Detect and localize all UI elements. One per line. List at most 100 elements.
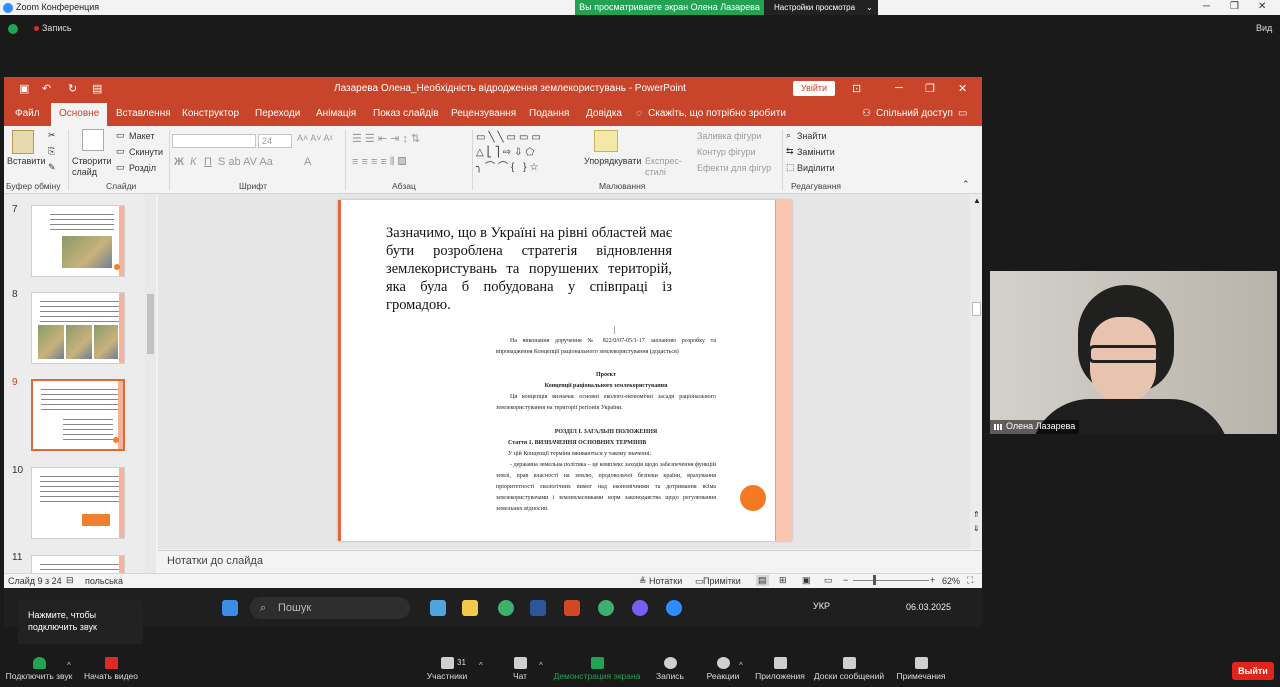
viber-icon[interactable] bbox=[632, 600, 648, 616]
reactions-button[interactable]: Реакции bbox=[703, 652, 743, 687]
edge-icon[interactable] bbox=[430, 600, 446, 616]
redo-icon[interactable]: ↻ bbox=[68, 82, 77, 95]
arrange-button[interactable]: Упорядкувати bbox=[584, 156, 641, 166]
recording-label[interactable]: Запись bbox=[42, 23, 72, 33]
thumbnail-slide-10[interactable] bbox=[31, 467, 125, 539]
notes-toggle[interactable]: Нотатки bbox=[649, 576, 682, 586]
spellcheck-icon[interactable]: ⊟ bbox=[66, 575, 74, 586]
record-button[interactable]: Запись bbox=[650, 652, 690, 687]
maximize-icon[interactable]: ❐ bbox=[1230, 1, 1239, 12]
shield-icon[interactable] bbox=[8, 24, 18, 34]
explorer-icon[interactable] bbox=[462, 600, 478, 616]
apps-button[interactable]: Приложения bbox=[752, 652, 808, 687]
section-button[interactable]: Розділ bbox=[129, 163, 156, 173]
replace-button[interactable]: Замінити bbox=[797, 147, 835, 157]
comments-toggle[interactable]: Примітки bbox=[703, 576, 741, 586]
next-slide-icon[interactable]: ⇓ bbox=[973, 524, 980, 533]
fit-slide-icon[interactable]: ⛶ bbox=[967, 575, 973, 586]
shapes-gallery[interactable]: ▭╲╲▭▭▭ △⎣⎤⇨⇩⬠ ╮⌒⌒{ }☆ bbox=[476, 130, 576, 174]
taskbar-search[interactable]: ⌕ Пошук bbox=[250, 597, 410, 619]
underline-icon[interactable]: П bbox=[204, 156, 212, 168]
start-video-button[interactable]: Начать видео bbox=[82, 652, 140, 687]
tab-insert[interactable]: Вставлення bbox=[116, 108, 171, 119]
new-slide-button[interactable]: Створити слайд bbox=[72, 156, 114, 178]
tab-help[interactable]: Довідка bbox=[586, 108, 622, 119]
leave-button[interactable]: Выйти bbox=[1232, 662, 1274, 680]
windows-start-icon[interactable] bbox=[222, 600, 238, 616]
strikethrough-icon[interactable]: S ab AV Aa bbox=[218, 156, 273, 168]
signin-button[interactable]: Увійти bbox=[793, 81, 835, 96]
thumbnail-slide-9[interactable] bbox=[31, 379, 125, 451]
chevron-up-icon[interactable]: ^ bbox=[479, 661, 483, 670]
slideshow-icon[interactable]: ▭ bbox=[824, 575, 833, 586]
close-icon[interactable]: ✕ bbox=[1258, 1, 1266, 12]
slide-vertical-scrollbar[interactable]: ▲ ⇑ ⇓ bbox=[970, 194, 982, 549]
thumbnail-slide-11[interactable] bbox=[31, 555, 125, 575]
font-color-icon[interactable]: A bbox=[304, 156, 311, 168]
comments-icon[interactable]: ▭ bbox=[958, 108, 967, 119]
tab-design[interactable]: Конструктор bbox=[182, 108, 239, 119]
tab-animations[interactable]: Анімація bbox=[316, 108, 356, 119]
tab-slideshow[interactable]: Показ слайдів bbox=[373, 108, 439, 119]
shape-effects-button[interactable]: Ефекти для фігур bbox=[697, 163, 771, 173]
find-button[interactable]: Знайти bbox=[797, 131, 827, 141]
view-button[interactable]: Вид bbox=[1256, 23, 1272, 33]
normal-view-icon[interactable]: ▤ bbox=[756, 575, 769, 586]
zoom-slider[interactable] bbox=[853, 580, 929, 581]
reset-button[interactable]: Скинути bbox=[129, 147, 163, 157]
collapse-ribbon-icon[interactable]: ⌃ bbox=[962, 179, 970, 190]
ppt-maximize-icon[interactable]: ❐ bbox=[925, 82, 935, 95]
share-button[interactable]: Спільний доступ bbox=[876, 108, 953, 119]
connect-audio-button[interactable]: Подключить звук bbox=[4, 652, 74, 687]
tell-me-input[interactable]: Скажіть, що потрібно зробити bbox=[648, 108, 786, 119]
slide-sorter-icon[interactable]: ⊞ bbox=[779, 575, 787, 586]
chat-button[interactable]: Чат bbox=[500, 652, 540, 687]
tab-view[interactable]: Подання bbox=[529, 108, 569, 119]
new-slide-icon[interactable] bbox=[82, 129, 104, 151]
bullets-icon[interactable]: ☰ ☰ ⇤ ⇥ ↕ ⇅ bbox=[352, 132, 420, 145]
scrollbar-thumb[interactable] bbox=[147, 294, 154, 354]
copy-icon[interactable]: ⎘ bbox=[48, 146, 55, 157]
thumbnails-scrollbar[interactable] bbox=[145, 194, 156, 573]
chevron-up-icon[interactable]: ^ bbox=[67, 661, 71, 670]
whiteboards-button[interactable]: Доски сообщений bbox=[813, 652, 885, 687]
ribbon-options-icon[interactable]: ⊡ bbox=[852, 82, 861, 95]
tab-transitions[interactable]: Переходи bbox=[255, 108, 300, 119]
chevron-up-icon[interactable]: ^ bbox=[739, 661, 743, 670]
grow-font-icon[interactable]: A˄ A˅ Aᵡ bbox=[297, 133, 333, 143]
layout-button[interactable]: Макет bbox=[129, 131, 154, 141]
font-size-input[interactable]: 24 bbox=[258, 134, 292, 148]
zoom-app-icon[interactable] bbox=[666, 600, 682, 616]
chrome-icon[interactable] bbox=[498, 600, 514, 616]
thumbnail-slide-8[interactable] bbox=[31, 292, 125, 364]
zoom-in-icon[interactable]: + bbox=[930, 575, 935, 585]
arrange-icon[interactable] bbox=[594, 130, 618, 152]
shape-fill-button[interactable]: Заливка фігури bbox=[697, 131, 761, 141]
powerpoint-icon[interactable] bbox=[564, 600, 580, 616]
ppt-close-icon[interactable]: ✕ bbox=[958, 82, 967, 95]
format-painter-icon[interactable]: ✎ bbox=[48, 162, 56, 173]
zoom-percent[interactable]: 62% bbox=[942, 576, 960, 586]
paste-icon[interactable] bbox=[12, 130, 34, 154]
tab-review[interactable]: Рецензування bbox=[451, 108, 516, 119]
undo-icon[interactable]: ↶ bbox=[42, 82, 51, 95]
scrollbar-thumb[interactable] bbox=[972, 302, 981, 316]
word-icon[interactable] bbox=[530, 600, 546, 616]
paste-button[interactable]: Вставити bbox=[7, 156, 46, 166]
font-name-input[interactable] bbox=[172, 134, 256, 148]
save-icon[interactable]: ▣ bbox=[19, 82, 29, 95]
slide-heading-text[interactable]: Зазначимо, що в Україні на рівні областе… bbox=[386, 224, 672, 314]
chevron-up-icon[interactable]: ^ bbox=[539, 661, 543, 670]
present-icon[interactable]: ▤ bbox=[92, 82, 102, 95]
prev-slide-icon[interactable]: ⇑ bbox=[973, 510, 980, 519]
cut-icon[interactable]: ✂ bbox=[48, 130, 56, 141]
zoom-out-icon[interactable]: − bbox=[843, 575, 848, 585]
view-settings-button[interactable]: Настройки просмотра ⌄ bbox=[764, 0, 878, 15]
bold-icon[interactable]: Ж bbox=[174, 156, 184, 168]
scroll-up-icon[interactable]: ▲ bbox=[973, 196, 981, 205]
chrome-icon[interactable] bbox=[598, 600, 614, 616]
ppt-minimize-icon[interactable]: ─ bbox=[895, 82, 903, 94]
select-button[interactable]: Виділити bbox=[797, 163, 835, 173]
tab-file[interactable]: Файл bbox=[15, 108, 40, 119]
share-screen-button[interactable]: Демонстрация экрана bbox=[553, 652, 641, 687]
